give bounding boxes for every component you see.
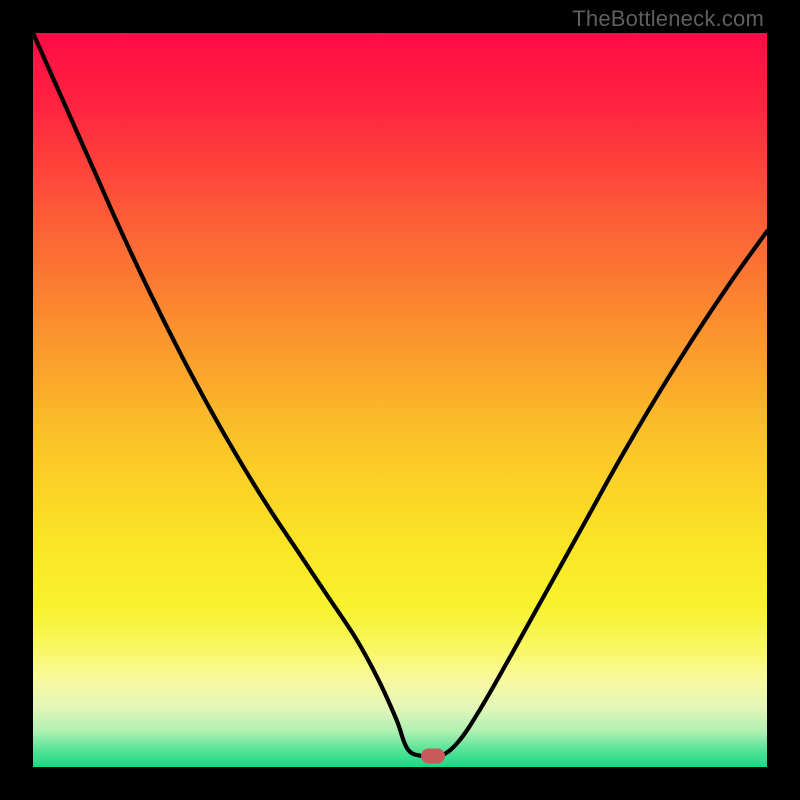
background-gradient [33,33,767,767]
optimal-marker [421,748,445,763]
plot-area [33,33,767,767]
watermark-text: TheBottleneck.com [572,6,764,32]
chart-stage: TheBottleneck.com [0,0,800,800]
